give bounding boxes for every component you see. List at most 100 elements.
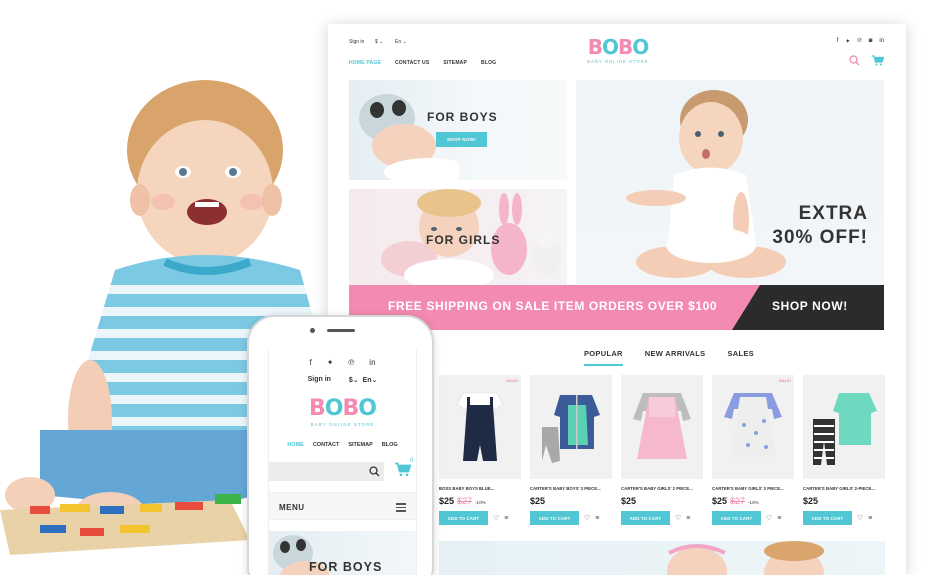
mobile-banner-for-boys[interactable]: FOR BOYS (269, 531, 416, 575)
product-price: $25 $27 -10% (712, 496, 794, 506)
currency-select[interactable]: $ ⌄ (375, 39, 383, 45)
mobile-nav-home[interactable]: HOME (287, 442, 304, 448)
language-select[interactable]: En ⌄ (395, 39, 407, 45)
pinterest-icon[interactable]: ℗ (857, 38, 861, 45)
nav-home[interactable]: HOME PAGE (349, 60, 381, 66)
add-to-cart-button[interactable]: ADD TO CART (621, 511, 670, 525)
girls-2-piece-pink-image (633, 393, 691, 459)
twitter-icon[interactable]: ✦ (327, 358, 334, 367)
product-actions: ADD TO CART ♡ ≡ (712, 511, 794, 525)
product-image[interactable] (530, 375, 612, 479)
boys-shop-now-button[interactable]: SHOP NOW! (436, 132, 488, 147)
product-card: CARTER'S BABY GIRLS' 2 PIECE... $25 ADD … (621, 375, 703, 525)
tab-popular[interactable]: POPULAR (584, 349, 623, 366)
product-image[interactable]: SALE! (439, 375, 521, 479)
sale-badge: SALE! (506, 378, 518, 383)
product-name[interactable]: CARTER'S BABY GIRLS' 2 PIECE... (712, 486, 794, 491)
mobile-site-logo[interactable]: BOBO BABY ONLINE STORE (269, 398, 416, 428)
wishlist-heart-icon[interactable]: ♡ (766, 515, 772, 522)
wishlist-heart-icon[interactable]: ♡ (493, 515, 499, 522)
product-grid: SALE! BOSS BABY BOYS BLUE... $25 $27 -10% … (439, 375, 885, 525)
product-image[interactable] (803, 375, 885, 479)
nav-blog[interactable]: BLOG (481, 60, 496, 66)
tab-sales[interactable]: SALES (727, 349, 754, 366)
bottom-promo-banner[interactable] (439, 541, 885, 575)
product-image[interactable]: SALE! (712, 375, 794, 479)
banner-for-girls[interactable]: FOR GIRLS (349, 189, 567, 285)
mobile-menu-toggle[interactable]: MENU (269, 492, 416, 520)
free-shipping-text: FREE SHIPPING ON SALE ITEM ORDERS OVER $… (388, 299, 718, 313)
product-card: SALE! CARTER'S BABY GIRLS' 2 PIECE... $2… (712, 375, 794, 525)
shipping-shop-now-label: SHOP NOW! (772, 299, 848, 313)
mobile-account-row: Sign in $⌄ En⌄ (269, 376, 416, 384)
main-nav: HOME PAGE CONTACT US SITEMAP BLOG (349, 60, 496, 66)
search-icon[interactable] (369, 466, 380, 477)
nav-sitemap[interactable]: SITEMAP (443, 60, 467, 66)
compare-icon[interactable]: ≡ (868, 515, 872, 522)
product-name[interactable]: BOSS BABY BOYS BLUE... (439, 486, 521, 491)
twitter-icon[interactable]: ✦ (845, 38, 850, 45)
pinterest-icon[interactable]: ℗ (348, 358, 354, 367)
facebook-icon[interactable]: f (837, 38, 839, 45)
social-links: f ✦ ℗ ◙ in (837, 38, 884, 45)
mobile-logo-subtitle: BABY ONLINE STORE (310, 422, 375, 427)
current-price: $25 (439, 496, 455, 506)
linkedin-icon[interactable]: in (369, 358, 375, 367)
compare-icon[interactable]: ≡ (595, 515, 599, 522)
tab-new-arrivals[interactable]: NEW ARRIVALS (645, 349, 706, 366)
compare-icon[interactable]: ≡ (777, 515, 781, 522)
mobile-cart-button[interactable]: 0 (395, 458, 413, 482)
product-name[interactable]: CARTER'S BABY BOYS' 3 PIECE... (530, 486, 612, 491)
mobile-nav-blog[interactable]: BLOG (382, 442, 398, 448)
add-to-cart-button[interactable]: ADD TO CART (439, 511, 488, 525)
babies-image (667, 541, 824, 575)
phone-speaker (327, 329, 355, 332)
compare-icon[interactable]: ≡ (686, 515, 690, 522)
wishlist-heart-icon[interactable]: ♡ (857, 515, 863, 522)
linkedin-icon[interactable]: in (879, 38, 884, 45)
slider-line-2: 30% OFF! (772, 227, 868, 248)
phone-camera (310, 328, 315, 333)
facebook-icon[interactable]: f (309, 358, 311, 367)
shipping-shop-now-button[interactable]: SHOP NOW! (732, 285, 884, 330)
banner-for-boys[interactable]: FOR BOYS SHOP NOW! (349, 80, 567, 180)
compare-icon[interactable]: ≡ (504, 515, 508, 522)
mobile-search-input[interactable] (269, 462, 384, 481)
add-to-cart-button[interactable]: ADD TO CART (803, 511, 852, 525)
add-to-cart-button[interactable]: ADD TO CART (712, 511, 761, 525)
mobile-nav: HOME CONTACT SITEMAP BLOG (269, 442, 416, 448)
product-actions: ADD TO CART ♡ ≡ (803, 511, 885, 525)
wishlist-heart-icon[interactable]: ♡ (675, 515, 681, 522)
overalls-image (456, 392, 504, 461)
mobile-nav-sitemap[interactable]: SITEMAP (348, 442, 372, 448)
product-name[interactable]: CARTER'S BABY GIRLS' 2-PIECE... (803, 486, 885, 491)
nav-contact[interactable]: CONTACT US (395, 60, 429, 66)
discount-percent: -10% (748, 500, 759, 505)
slider-headline: EXTRA 30% OFF! (772, 202, 868, 250)
instagram-icon[interactable]: ◙ (869, 38, 873, 45)
sleeping-baby-image (359, 94, 459, 180)
search-icon[interactable] (849, 55, 860, 66)
mobile-sign-in-link[interactable]: Sign in (308, 376, 331, 384)
sitting-baby-image (626, 90, 786, 278)
site-logo[interactable]: BOBO BABY ONLINE STORE (583, 37, 653, 64)
product-actions: ADD TO CART ♡ ≡ (530, 511, 612, 525)
product-card: SALE! BOSS BABY BOYS BLUE... $25 $27 -10% … (439, 375, 521, 525)
mobile-nav-contact[interactable]: CONTACT (313, 442, 339, 448)
phone-screen: f ✦ ℗ in Sign in $⌄ En⌄ BOBO BABY ONLINE… (268, 350, 417, 575)
sign-in-link[interactable]: Sign in (349, 39, 364, 45)
old-price: $27 (457, 496, 473, 506)
cart-icon[interactable] (872, 55, 884, 66)
wishlist-heart-icon[interactable]: ♡ (584, 515, 590, 522)
hero-slider[interactable]: EXTRA 30% OFF! (576, 80, 884, 285)
current-price: $25 (712, 496, 728, 506)
product-name[interactable]: CARTER'S BABY GIRLS' 2 PIECE... (621, 486, 703, 491)
free-shipping-banner[interactable]: FREE SHIPPING ON SALE ITEM ORDERS OVER $… (349, 285, 884, 330)
cart-count-badge: 0 (410, 458, 414, 464)
product-price: $25 (803, 496, 885, 506)
old-price: $27 (730, 496, 746, 506)
mobile-currency-select[interactable]: $⌄ En⌄ (349, 376, 378, 384)
mobile-site-mockup: f ✦ ℗ in Sign in $⌄ En⌄ BOBO BABY ONLINE… (247, 315, 434, 575)
product-image[interactable] (621, 375, 703, 479)
add-to-cart-button[interactable]: ADD TO CART (530, 511, 579, 525)
